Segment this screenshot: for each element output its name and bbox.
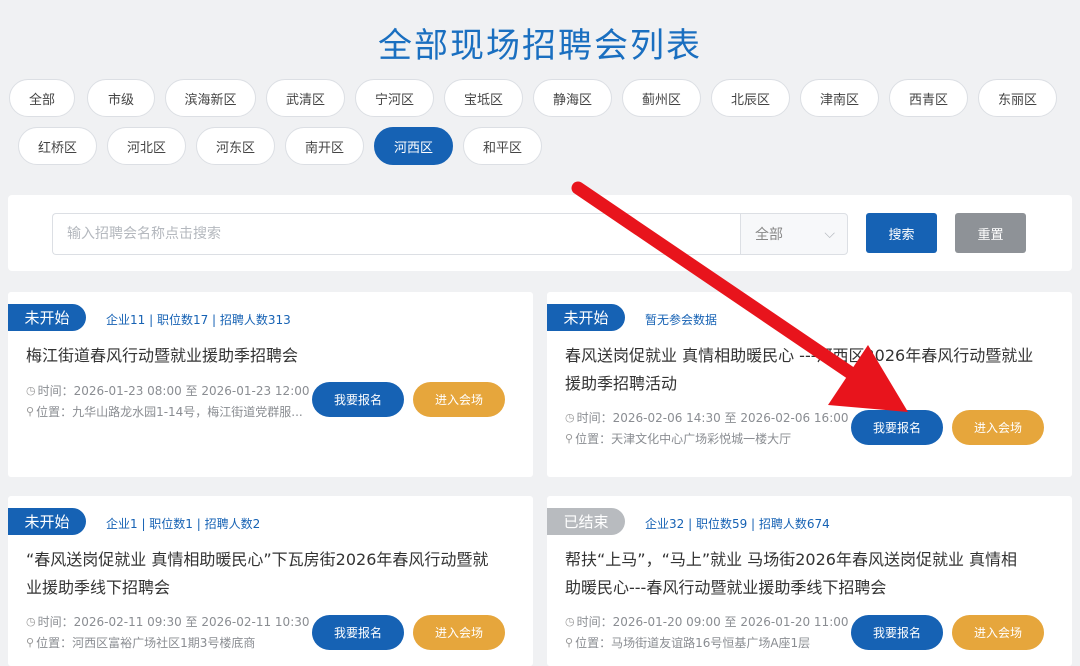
fair-stats: 企业11 | 职位数17 | 招聘人数313 (106, 313, 291, 327)
clock-icon: ◷ (26, 615, 36, 628)
job-fair-card: 已结束 企业32 | 职位数59 | 招聘人数674 帮扶“上马”，“马上”就业… (547, 496, 1072, 666)
fair-location-text: 位置：九华山路龙水园1-14号，梅江街道党群服... (36, 405, 303, 419)
fair-location: ⚲ 位置：马场街道友谊路16号恒基广场A座1层 (565, 634, 855, 651)
enter-venue-button[interactable]: 进入会场 (413, 382, 505, 417)
status-select[interactable]: 全部 ⌵ (740, 213, 848, 255)
district-chip-beichen[interactable]: 北辰区 (711, 79, 790, 117)
enter-venue-button[interactable]: 进入会场 (952, 410, 1044, 445)
fair-time-text: 时间：2026-01-20 09:00 至 2026-01-20 11:00 (576, 615, 849, 629)
fair-time: ◷ 时间：2026-02-06 14:30 至 2026-02-06 16:00 (565, 409, 865, 426)
status-badge: 未开始 (8, 304, 86, 331)
district-chip-wuqing[interactable]: 武清区 (266, 79, 345, 117)
location-pin-icon: ⚲ (565, 432, 574, 445)
fair-location: ⚲ 位置：河西区富裕广场社区1期3号楼底商 (26, 634, 316, 651)
signup-button[interactable]: 我要报名 (312, 382, 404, 417)
fair-location-text: 位置：河西区富裕广场社区1期3号楼底商 (36, 636, 256, 650)
district-chip-jinghai[interactable]: 静海区 (533, 79, 612, 117)
fair-location-text: 位置：马场街道友谊路16号恒基广场A座1层 (575, 636, 811, 650)
district-chip-hedong[interactable]: 河东区 (196, 127, 275, 165)
enter-venue-button[interactable]: 进入会场 (413, 615, 505, 650)
district-chip-dongli[interactable]: 东丽区 (978, 79, 1057, 117)
signup-button[interactable]: 我要报名 (851, 410, 943, 445)
fair-time-text: 时间：2026-01-23 08:00 至 2026-01-23 12:00 (37, 384, 310, 398)
job-fair-card: 未开始 暂无参会数据 春风送岗促就业 真情相助暖民心 ---河西区2026年春风… (547, 292, 1072, 477)
fair-time-text: 时间：2026-02-11 09:30 至 2026-02-11 10:30 (37, 615, 310, 629)
district-chip-hongqiao[interactable]: 红桥区 (18, 127, 97, 165)
status-select-value: 全部 (755, 227, 783, 243)
district-chip-nankai[interactable]: 南开区 (285, 127, 364, 165)
job-fair-card: 未开始 企业11 | 职位数17 | 招聘人数313 梅江街道春风行动暨就业援助… (8, 292, 533, 477)
fair-location: ⚲ 位置：九华山路龙水园1-14号，梅江街道党群服... (26, 403, 316, 420)
fair-time: ◷ 时间：2026-02-11 09:30 至 2026-02-11 10:30 (26, 613, 326, 630)
signup-button[interactable]: 我要报名 (851, 615, 943, 650)
status-badge: 已结束 (547, 508, 625, 535)
fair-title-line-2[interactable]: 助暖民心---春风行动暨就业援助季线下招聘会 (565, 574, 886, 602)
fair-location-text: 位置：天津文化中心广场彩悦城一楼大厅 (575, 432, 792, 446)
fair-title-line-2[interactable]: 援助季招聘活动 (565, 370, 677, 398)
district-chip-heping[interactable]: 和平区 (463, 127, 542, 165)
search-input[interactable] (52, 213, 742, 255)
fair-time: ◷ 时间：2026-01-23 08:00 至 2026-01-23 12:00 (26, 382, 316, 399)
fair-title-line-2[interactable]: 业援助季线下招聘会 (26, 574, 170, 602)
district-chip-jinnan[interactable]: 津南区 (800, 79, 879, 117)
clock-icon: ◷ (26, 384, 36, 397)
district-chip-xiqing[interactable]: 西青区 (889, 79, 968, 117)
location-pin-icon: ⚲ (565, 636, 574, 649)
signup-button[interactable]: 我要报名 (312, 615, 404, 650)
reset-button[interactable]: 重置 (955, 213, 1026, 253)
fair-time: ◷ 时间：2026-01-20 09:00 至 2026-01-20 11:00 (565, 613, 865, 630)
district-chip-ninghe[interactable]: 宁河区 (355, 79, 434, 117)
chevron-down-icon: ⌵ (824, 226, 835, 242)
location-pin-icon: ⚲ (26, 405, 35, 418)
district-chip-jizhou[interactable]: 蓟州区 (622, 79, 701, 117)
search-panel: 全部 ⌵ 搜索 重置 (8, 195, 1072, 271)
clock-icon: ◷ (565, 411, 575, 424)
fair-title[interactable]: 梅江街道春风行动暨就业援助季招聘会 (26, 342, 298, 370)
clock-icon: ◷ (565, 615, 575, 628)
district-chip-city[interactable]: 市级 (87, 79, 155, 117)
fair-location: ⚲ 位置：天津文化中心广场彩悦城一楼大厅 (565, 430, 855, 447)
fair-title-line-1[interactable]: 春风送岗促就业 真情相助暖民心 ---河西区2026年春风行动暨就业 (565, 342, 1033, 370)
search-button[interactable]: 搜索 (866, 213, 937, 253)
fair-title-line-1[interactable]: 帮扶“上马”，“马上”就业 马场街2026年春风送岗促就业 真情相 (565, 546, 1017, 574)
page-title: 全部现场招聘会列表 (378, 26, 702, 66)
fair-time-text: 时间：2026-02-06 14:30 至 2026-02-06 16:00 (576, 411, 849, 425)
district-chip-hebei[interactable]: 河北区 (107, 127, 186, 165)
district-chip-binhai[interactable]: 滨海新区 (165, 79, 256, 117)
district-chip-all[interactable]: 全部 (9, 79, 75, 117)
fair-stats: 暂无参会数据 (645, 313, 718, 327)
status-badge: 未开始 (547, 304, 625, 331)
job-fair-card: 未开始 企业1 | 职位数1 | 招聘人数2 “春风送岗促就业 真情相助暖民心”… (8, 496, 533, 666)
location-pin-icon: ⚲ (26, 636, 35, 649)
fair-title-line-1[interactable]: “春风送岗促就业 真情相助暖民心”下瓦房街2026年春风行动暨就 (26, 546, 488, 574)
district-chip-hexi[interactable]: 河西区 (374, 127, 453, 165)
enter-venue-button[interactable]: 进入会场 (952, 615, 1044, 650)
fair-stats: 企业1 | 职位数1 | 招聘人数2 (106, 517, 261, 531)
fair-stats: 企业32 | 职位数59 | 招聘人数674 (645, 517, 830, 531)
district-chip-baodi[interactable]: 宝坻区 (444, 79, 523, 117)
status-badge: 未开始 (8, 508, 86, 535)
